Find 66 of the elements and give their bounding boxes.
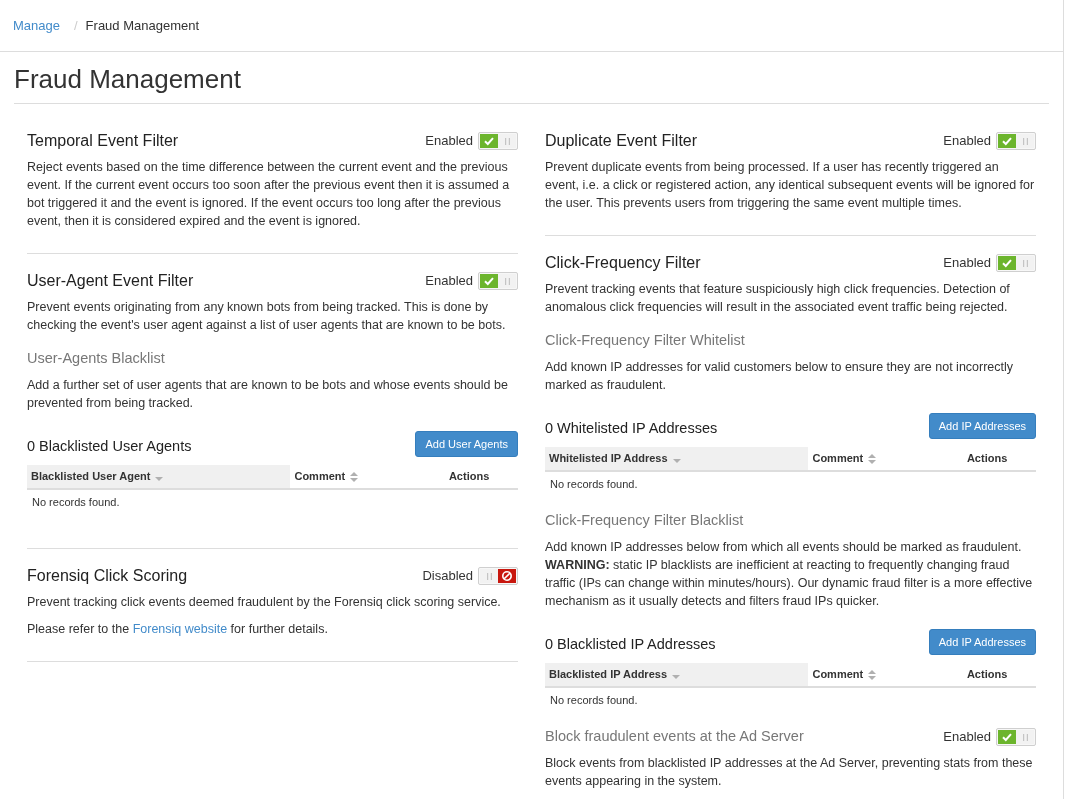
description-text: Add known IP addresses for valid customers below to ensure they are not incorrectly marked as fraudulent. xyxy=(545,359,1015,394)
table-title: 0 Whitelisted IP Addresses xyxy=(545,418,718,438)
section-title: Duplicate Event Filter xyxy=(545,131,698,151)
description-text: Reject events based on the time difference between the current event and the previous event. If the current event occurs too soon after the previous event then it is assumed a bot triggered it and the event is ignored. If the event occurs too long after the previous event, then it is considered expired and the event is ignored. xyxy=(27,159,511,230)
check-icon xyxy=(998,134,1016,148)
description-text: Prevent tracking click events deemed fraudulent by the Forensiq click scoring service. xyxy=(27,594,502,611)
breadcrumb-current: Fraud Management xyxy=(85,16,200,35)
check-icon xyxy=(998,730,1016,744)
column-header[interactable]: Blacklisted User Agent xyxy=(27,465,291,488)
toggle-switch[interactable] xyxy=(996,132,1036,150)
section-title: User-Agent Event Filter xyxy=(27,271,194,291)
pause-icon xyxy=(1022,137,1028,145)
website-link[interactable]: Forensiq website xyxy=(132,622,228,636)
pause-icon xyxy=(504,137,510,145)
column-header[interactable]: Comment xyxy=(808,663,939,686)
table-title: 0 Blacklisted IP Addresses xyxy=(545,634,716,654)
subsection-title: User-Agents Blacklist xyxy=(27,349,165,369)
table-title: 0 Blacklisted User Agents xyxy=(27,436,192,456)
add-button[interactable]: Add User Agents xyxy=(415,431,518,457)
toggle-switch[interactable] xyxy=(478,567,518,585)
add-button[interactable]: Add IP Addresses xyxy=(928,413,1036,439)
subsection-title: Click-Frequency Filter Blacklist xyxy=(545,511,744,531)
empty-message: No records found. xyxy=(550,692,638,708)
column-header: Actions xyxy=(966,451,1008,467)
toggle-switch[interactable] xyxy=(478,132,518,150)
toggle-switch[interactable] xyxy=(996,728,1036,746)
status-label: Disabled xyxy=(422,567,473,586)
pause-icon xyxy=(504,277,510,285)
ban-icon xyxy=(498,569,516,583)
pause-icon xyxy=(1022,733,1028,741)
status-label: Enabled xyxy=(943,254,991,273)
pause-icon xyxy=(486,572,492,580)
section-title: Temporal Event Filter xyxy=(27,131,179,151)
pause-icon xyxy=(1022,259,1028,267)
check-icon xyxy=(480,274,498,288)
breadcrumb-link[interactable]: Manage xyxy=(13,15,60,36)
add-button[interactable]: Add IP Addresses xyxy=(928,629,1036,655)
empty-message: No records found. xyxy=(32,494,120,510)
status-label: Enabled xyxy=(425,272,473,291)
check-icon xyxy=(480,134,498,148)
breadcrumb-separator: / xyxy=(74,16,78,35)
description-text: Prevent events originating from any known bots from being tracked. This is done by checking the event's user agent against a list of user agents that are known to be bots. xyxy=(27,299,507,334)
description-text: Block events from blacklisted IP addresses at the Ad Server, preventing stats from these events appearing in the system. xyxy=(545,755,1034,790)
empty-message: No records found. xyxy=(550,476,638,492)
subsection-title: Block fraudulent events at the Ad Server xyxy=(545,727,804,747)
column-header: Actions xyxy=(966,667,1008,683)
description-text: Please refer to the Forensiq website for further details. xyxy=(27,621,329,638)
toggle-switch[interactable] xyxy=(478,272,518,290)
description-text: Prevent duplicate events from being processed. If a user has recently triggered an event, i.e. a click or registered action, any identical subsequent events will be ignored for the user. This prevents users from triggering the same event multiple times. xyxy=(545,159,1036,212)
toggle-switch[interactable] xyxy=(996,254,1036,272)
subsection-title: Click-Frequency Filter Whitelist xyxy=(545,331,745,351)
description-text: Add known IP addresses below from which all events should be marked as fraudulent. WARNING: static IP blacklists are inefficient at reacting to frequently changing fraud traffic (IPs can change within minutes/hours). Our dynamic fraud filter is a more effective mechanism as it usually detects and filters fraud IPs quicker. xyxy=(545,539,1034,610)
section-title: Forensiq Click Scoring xyxy=(27,566,188,586)
column-header: Actions xyxy=(448,469,490,485)
check-icon xyxy=(998,256,1016,270)
column-header[interactable]: Blacklisted IP Address xyxy=(545,663,809,686)
section-title: Click-Frequency Filter xyxy=(545,253,701,273)
column-header[interactable]: Whitelisted IP Address xyxy=(545,447,809,470)
status-label: Enabled xyxy=(943,132,991,151)
status-label: Enabled xyxy=(943,728,991,747)
column-header[interactable]: Comment xyxy=(808,447,939,470)
column-header[interactable]: Comment xyxy=(290,465,421,488)
status-label: Enabled xyxy=(425,132,473,151)
description-text: Add a further set of user agents that are known to be bots and whose events should be prevented from being tracked. xyxy=(27,377,509,412)
description-text: Prevent tracking events that feature suspiciously high click frequencies. Detection of anomalous click frequencies will result in the associated event traffic being rejected. xyxy=(545,281,1011,316)
page-title: Fraud Management xyxy=(14,63,242,96)
